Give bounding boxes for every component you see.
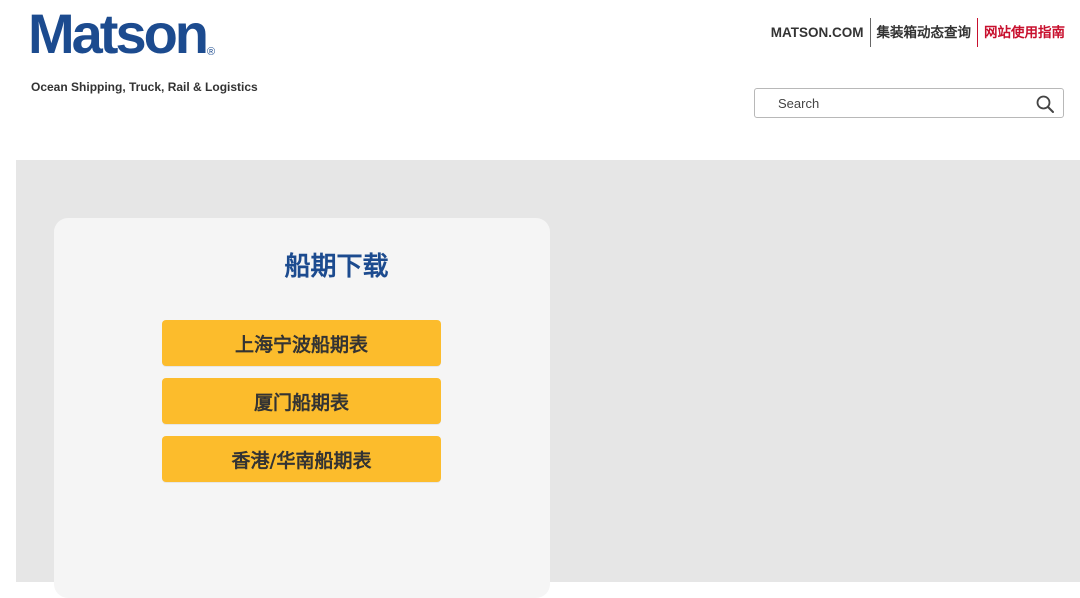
tagline: Ocean Shipping, Truck, Rail & Logistics (31, 80, 258, 94)
schedule-download-card: 船期下载 上海宁波船期表 厦门船期表 香港/华南船期表 (54, 218, 550, 598)
search-box (754, 88, 1064, 118)
link-matson-com[interactable]: MATSON.COM (765, 18, 870, 47)
link-container-tracking[interactable]: 集装箱动态查询 (871, 18, 978, 47)
card-title: 船期下载 (284, 252, 389, 282)
site-header: Matson ® Ocean Shipping, Truck, Rail & L… (0, 0, 1080, 160)
hongkong-south-china-schedule-button[interactable]: 香港/华南船期表 (162, 436, 441, 482)
main-content: 船期下载 上海宁波船期表 厦门船期表 香港/华南船期表 (16, 160, 1080, 598)
xiamen-schedule-button[interactable]: 厦门船期表 (162, 378, 441, 424)
shanghai-ningbo-schedule-button[interactable]: 上海宁波船期表 (162, 320, 441, 366)
top-links: MATSON.COM 集装箱动态查询 网站使用指南 (765, 18, 1065, 47)
search-input[interactable] (755, 90, 1015, 116)
registered-mark: ® (207, 46, 216, 58)
logo-wordmark: Matson (28, 2, 209, 65)
search-icon[interactable] (1035, 94, 1055, 114)
link-site-guide[interactable]: 网站使用指南 (978, 18, 1065, 47)
matson-logo[interactable]: Matson ® (28, 2, 215, 66)
